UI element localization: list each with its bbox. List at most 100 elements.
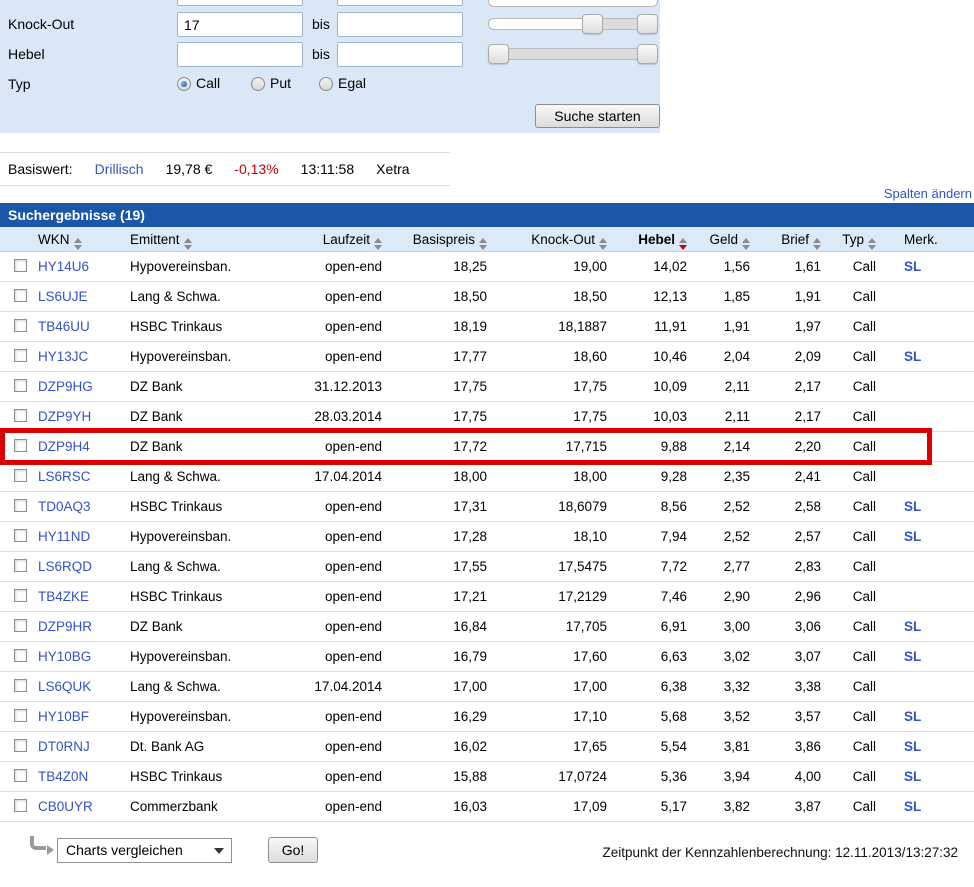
table-row: DZP9HG DZ Bank 31.12.2013 17,75 17,75 10… — [0, 372, 974, 402]
sort-icon[interactable] — [479, 238, 487, 250]
wkn-link[interactable]: HY10BF — [38, 709, 89, 724]
wkn-link[interactable]: LS6UJE — [38, 289, 88, 304]
wkn-link[interactable]: LS6QUK — [38, 679, 91, 694]
sort-icon-active-desc[interactable] — [679, 238, 687, 250]
merk-sl-link[interactable]: SL — [904, 619, 921, 634]
partial-to-input[interactable] — [337, 0, 463, 6]
table-row: DZP9H4 DZ Bank open-end 17,72 17,715 9,8… — [0, 432, 974, 462]
merk-sl-link[interactable]: SL — [904, 799, 921, 814]
row-checkbox[interactable] — [14, 409, 27, 422]
wkn-link[interactable]: TB4Z0N — [38, 769, 88, 784]
sort-icon[interactable] — [74, 238, 82, 250]
merk-sl-link[interactable]: SL — [904, 529, 921, 544]
spalten-aendern-link[interactable]: Spalten ändern — [884, 186, 972, 201]
suche-starten-button[interactable]: Suche starten — [535, 104, 660, 128]
row-checkbox[interactable] — [14, 439, 27, 452]
wkn-link[interactable]: DZP9HG — [38, 379, 93, 394]
laufzeit-cell: 31.12.2013 — [304, 372, 386, 401]
header-typ[interactable]: Typ — [825, 227, 880, 251]
merk-sl-link[interactable]: SL — [904, 349, 921, 364]
wkn-link[interactable]: DT0RNJ — [38, 739, 90, 754]
radio-call[interactable]: Call — [177, 75, 220, 91]
radio-put[interactable]: Put — [251, 75, 291, 91]
table-row: DT0RNJ Dt. Bank AG open-end 16,02 17,65 … — [0, 732, 974, 762]
laufzeit-cell: open-end — [304, 312, 386, 341]
row-checkbox[interactable] — [14, 319, 27, 332]
merk-sl-link[interactable]: SL — [904, 259, 921, 274]
hebel-from-input[interactable] — [177, 42, 303, 67]
knock-out-to-input[interactable] — [337, 12, 463, 37]
wkn-link[interactable]: HY13JC — [38, 349, 88, 364]
header-wkn[interactable]: WKN — [34, 227, 126, 251]
header-knock-out[interactable]: Knock-Out — [491, 227, 611, 251]
radio-egal[interactable]: Egal — [319, 75, 366, 91]
row-checkbox[interactable] — [14, 559, 27, 572]
row-checkbox[interactable] — [14, 289, 27, 302]
wkn-link[interactable]: LS6RQD — [38, 559, 92, 574]
sort-icon[interactable] — [374, 238, 382, 250]
partial-range-slider[interactable] — [488, 0, 658, 7]
knock-out-slider-handle-max[interactable] — [637, 14, 658, 34]
knock-out-range-slider[interactable] — [488, 14, 658, 34]
brief-cell: 3,86 — [754, 732, 825, 761]
header-hebel-sorted[interactable]: Hebel — [611, 227, 691, 251]
header-geld[interactable]: Geld — [691, 227, 754, 251]
knock-out-slider-handle-min[interactable] — [582, 14, 603, 34]
row-checkbox[interactable] — [14, 619, 27, 632]
header-emittent[interactable]: Emittent — [126, 227, 304, 251]
go-button[interactable]: Go! — [268, 837, 318, 863]
wkn-link[interactable]: DZP9HR — [38, 619, 92, 634]
emittent-cell: Commerzbank — [126, 792, 304, 821]
row-checkbox[interactable] — [14, 469, 27, 482]
wkn-link[interactable]: HY10BG — [38, 649, 91, 664]
wkn-link[interactable]: TB4ZKE — [38, 589, 89, 604]
merk-sl-link[interactable]: SL — [904, 769, 921, 784]
row-checkbox[interactable] — [14, 349, 27, 362]
wkn-link[interactable]: DZP9YH — [38, 409, 91, 424]
wkn-link[interactable]: TD0AQ3 — [38, 499, 91, 514]
row-checkbox[interactable] — [14, 259, 27, 272]
hebel-slider-handle-max[interactable] — [637, 44, 658, 64]
sort-icon[interactable] — [742, 238, 750, 250]
table-row: LS6QUK Lang & Schwa. 17.04.2014 17,00 17… — [0, 672, 974, 702]
merk-sl-link[interactable]: SL — [904, 499, 921, 514]
hebel-to-input[interactable] — [337, 42, 463, 67]
wkn-link[interactable]: HY14U6 — [38, 259, 89, 274]
radio-egal-icon[interactable] — [319, 77, 333, 91]
sort-icon[interactable] — [184, 238, 192, 250]
knock-out-from-input[interactable] — [177, 12, 303, 37]
basiswert-name-link[interactable]: Drillisch — [95, 161, 144, 177]
radio-call-icon[interactable] — [177, 77, 191, 91]
row-checkbox[interactable] — [14, 529, 27, 542]
wkn-link[interactable]: LS6RSC — [38, 469, 91, 484]
row-checkbox[interactable] — [14, 589, 27, 602]
row-checkbox[interactable] — [14, 679, 27, 692]
sort-icon[interactable] — [599, 238, 607, 250]
header-merk: Merk. — [880, 227, 974, 251]
radio-put-icon[interactable] — [251, 77, 265, 91]
merk-sl-link[interactable]: SL — [904, 709, 921, 724]
wkn-link[interactable]: TB46UU — [38, 319, 90, 334]
wkn-link[interactable]: DZP9H4 — [38, 439, 90, 454]
row-checkbox[interactable] — [14, 499, 27, 512]
header-basispreis[interactable]: Basispreis — [386, 227, 491, 251]
wkn-link[interactable]: CB0UYR — [38, 799, 93, 814]
header-brief[interactable]: Brief — [754, 227, 825, 251]
partial-from-input[interactable] — [177, 0, 303, 6]
row-checkbox[interactable] — [14, 649, 27, 662]
charts-vergleichen-select[interactable]: Charts vergleichen — [57, 838, 232, 863]
hebel-range-slider[interactable] — [488, 44, 658, 64]
row-checkbox[interactable] — [14, 709, 27, 722]
row-checkbox[interactable] — [14, 379, 27, 392]
sort-icon[interactable] — [868, 238, 876, 250]
row-checkbox[interactable] — [14, 739, 27, 752]
row-checkbox[interactable] — [14, 769, 27, 782]
header-laufzeit[interactable]: Laufzeit — [304, 227, 386, 251]
sort-icon[interactable] — [813, 238, 821, 250]
wkn-link[interactable]: HY11ND — [38, 529, 90, 544]
merk-sl-link[interactable]: SL — [904, 649, 921, 664]
kennzahlen-timestamp: Zeitpunkt der Kennzahlenberechnung: 12.1… — [602, 845, 958, 860]
merk-sl-link[interactable]: SL — [904, 739, 921, 754]
hebel-slider-handle-min[interactable] — [488, 44, 509, 64]
row-checkbox[interactable] — [14, 799, 27, 812]
